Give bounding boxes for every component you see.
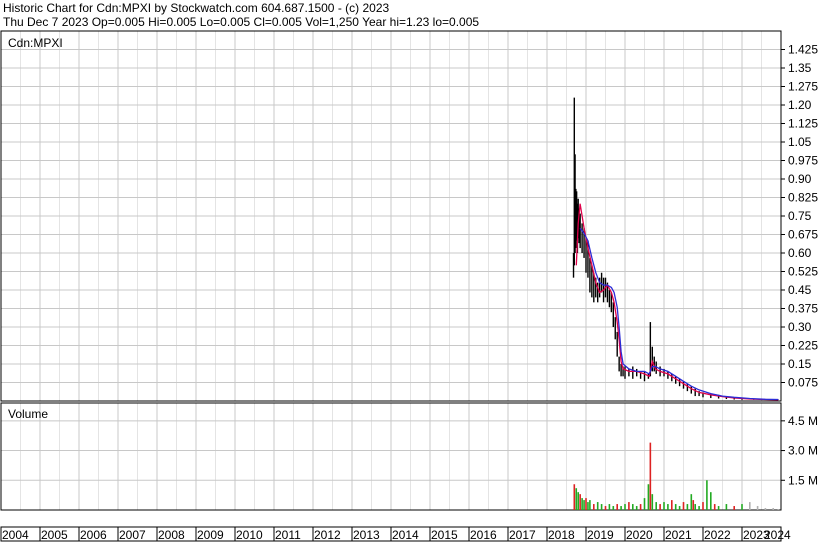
price-y-tick-label: 1.20 — [788, 98, 812, 112]
price-y-tick-label: 0.675 — [788, 228, 818, 242]
volume-panel-title: Volume — [8, 407, 48, 421]
price-y-tick-label: 0.225 — [788, 339, 818, 353]
price-y-tick-label: 0.75 — [788, 209, 812, 223]
price-y-tick-label: 1.05 — [788, 135, 812, 149]
year-axis-label: 2019 — [587, 528, 614, 542]
year-axis-label: 2017 — [509, 528, 536, 542]
price-y-tick-label: 1.35 — [788, 61, 812, 75]
price-y-tick-label: 0.30 — [788, 320, 812, 334]
moving-average-long-line — [579, 227, 779, 401]
price-y-tick-label: 0.45 — [788, 283, 812, 297]
price-panel-title: Cdn:MPXI — [8, 36, 63, 50]
price-y-tick-label: 1.125 — [788, 117, 818, 131]
year-axis-label: 2012 — [314, 528, 341, 542]
volume-y-tick-label: 1.5 M — [788, 473, 818, 487]
volume-y-tick-label: 3.0 M — [788, 444, 818, 458]
price-y-tick-label: 0.375 — [788, 302, 818, 316]
year-axis-label: 2021 — [665, 528, 692, 542]
year-axis-label: 2007 — [119, 528, 146, 542]
year-axis-label: 2011 — [275, 528, 301, 542]
price-y-tick-label: 0.975 — [788, 154, 818, 168]
year-axis-label: 2010 — [236, 528, 263, 542]
volume-y-tick-label: 4.5 M — [788, 414, 818, 428]
year-axis-label: 2008 — [158, 528, 185, 542]
moving-average-short-line — [575, 203, 779, 401]
year-axis-label: 2013 — [353, 528, 380, 542]
price-y-tick-label: 0.825 — [788, 191, 818, 205]
stock-chart: Cdn:MPXI Volume 1.425 1.35 1.275 1.20 1.125 1… — [0, 30, 818, 542]
price-y-tick-label: 0.525 — [788, 265, 818, 279]
price-y-tick-label: 1.425 — [788, 43, 818, 57]
price-y-tick-label: 0.60 — [788, 246, 812, 260]
price-y-tick-label: 0.075 — [788, 376, 818, 390]
price-y-tick-label: 0.90 — [788, 172, 812, 186]
year-axis-label: 2006 — [80, 528, 107, 542]
year-axis-label: 2005 — [41, 528, 68, 542]
price-y-tick-label: 0.15 — [788, 357, 812, 371]
year-axis-label: 2024 — [764, 528, 791, 542]
year-axis-label: 2009 — [197, 528, 224, 542]
year-axis-label: 2016 — [470, 528, 497, 542]
year-axis-label: 2020 — [626, 528, 653, 542]
year-axis-label: 2015 — [431, 528, 458, 542]
year-axis-label: 2014 — [392, 528, 419, 542]
year-axis-label: 2022 — [704, 528, 731, 542]
price-y-tick-label: 1.275 — [788, 80, 818, 94]
year-axis-label: 2018 — [548, 528, 575, 542]
year-axis-label: 2004 — [2, 528, 29, 542]
